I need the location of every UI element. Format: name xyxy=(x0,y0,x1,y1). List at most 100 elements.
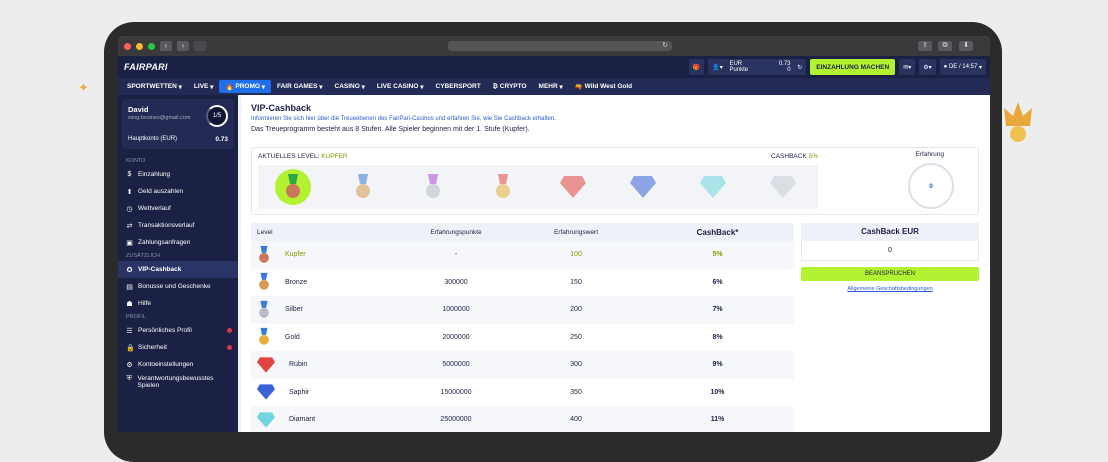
vip-icon: ✪ xyxy=(126,266,133,274)
copper-medal-icon xyxy=(286,174,300,198)
revolver-icon: 🔫 xyxy=(574,83,583,91)
table-row: Diamant 25000000 400 11% xyxy=(251,406,794,432)
header-level: Level xyxy=(257,228,273,236)
menu-sportwetten[interactable]: SPORTWETTEN ▾ xyxy=(121,80,188,93)
sidebar-item-vip-cashback[interactable]: ✪ VIP-Cashback xyxy=(118,261,238,278)
menu-live[interactable]: LIVE ▾ xyxy=(188,80,220,93)
table-row: Rubin 5000000 300 9% xyxy=(251,351,794,379)
clock-icon: ◷ xyxy=(126,205,133,213)
sidebar-item-zahlungsanfragen[interactable]: ▣ Zahlungsanfragen xyxy=(118,234,238,251)
sidebar-item-einzahlung[interactable]: $ Einzahlung xyxy=(118,166,238,183)
gift-button[interactable]: 🎁 xyxy=(688,59,705,75)
table-row: Silber 1000000 200 7% xyxy=(251,296,794,324)
balance-widget[interactable]: 👤▾ EUR Punkte 0.73 0 ↻ xyxy=(708,59,807,75)
menu-crypto[interactable]: ₿ CRYPTO xyxy=(487,80,533,93)
downloads-icon[interactable]: ⬇ xyxy=(959,41,973,51)
points-value: 0 xyxy=(787,67,791,73)
menu-casino[interactable]: CASINO ▾ xyxy=(329,80,371,93)
level-name: Bronze xyxy=(285,278,308,286)
share-icon[interactable]: ⇧ xyxy=(918,41,932,51)
cell-cashback: 9% xyxy=(712,361,723,369)
level-rubin-slot xyxy=(555,169,591,205)
level-bronze-slot xyxy=(345,169,381,205)
flag-de-icon: ● xyxy=(943,64,948,70)
header-cashback: CashBack* xyxy=(696,227,739,237)
level-kupfer-slot xyxy=(275,169,311,205)
gift-icon: 🎁 xyxy=(692,64,701,71)
back-icon[interactable]: ‹ xyxy=(160,41,172,51)
menu-cybersport[interactable]: CYBERSPORT xyxy=(430,80,487,93)
menu-mehr[interactable]: MEHR ▾ xyxy=(533,80,569,93)
cell-cashback: 11% xyxy=(710,416,725,424)
points-label: Punkte xyxy=(729,67,749,73)
cell-value: 400 xyxy=(570,416,582,424)
fire-icon: 🔥 xyxy=(225,83,234,91)
sidebar-item-kontoeinstellungen[interactable]: ⚙ Kontoeinstellungen xyxy=(118,356,238,373)
alert-dot xyxy=(227,328,232,333)
sidebar-item-transaktionsverlauf[interactable]: ⇄ Transaktionsverlauf xyxy=(118,217,238,234)
menu-fair-games[interactable]: FAIR GAMES ▾ xyxy=(271,80,329,93)
level-name: Silber xyxy=(285,306,303,314)
main-account-balance: Hauptkonto (EUR) 0.73 xyxy=(128,136,228,143)
account-sidebar: David wing.bosines@gmail.com 1/5 Hauptko… xyxy=(118,95,238,432)
site-logo[interactable]: FAIRPARI xyxy=(124,62,168,72)
menu-promo[interactable]: 🔥 PROMO ▾ xyxy=(219,80,271,93)
messages-button[interactable]: ✉▾ xyxy=(899,59,916,75)
close-window-button[interactable] xyxy=(124,42,131,50)
level-name: Diamant xyxy=(289,416,316,424)
reload-icon[interactable]: ↻ xyxy=(662,41,668,51)
claim-button[interactable]: BEANSPRUCHEN xyxy=(801,267,979,281)
cell-points: - xyxy=(454,251,458,259)
gear-icon: ⚙ xyxy=(126,361,133,369)
language-selector[interactable]: ● DE / 14:57 ▾ xyxy=(939,59,986,75)
sidebar-item-bonusse[interactable]: ▤ Bonusse und Geschenke xyxy=(118,278,238,295)
crown-decoration-icon xyxy=(1004,102,1032,142)
sidebar-item-geld-auszahlen[interactable]: ⬆ Geld auszahlen xyxy=(118,183,238,200)
page-title: VIP-Cashback xyxy=(251,103,312,113)
section-profil: PROFIL xyxy=(126,314,146,320)
refresh-icon[interactable]: ↻ xyxy=(797,64,802,71)
header-erfahrungspunkte: Erfahrungspunkte xyxy=(430,228,482,236)
sparkle-icon: ✦ xyxy=(78,80,89,95)
table-header: Level Erfahrungspunkte Erfahrungswert Ca… xyxy=(251,223,794,241)
gold-medal-icon xyxy=(496,174,510,198)
sidebar-item-sicherheit[interactable]: 🔒 Sicherheit xyxy=(118,339,238,356)
menu-live-casino[interactable]: LIVE CASINO ▾ xyxy=(371,80,430,93)
cell-level: Bronze xyxy=(251,272,401,292)
sidebar-item-wettverlauf[interactable]: ◷ Wettverlauf xyxy=(118,200,238,217)
sidebar-item-verantwortungsbewusstes-spielen[interactable]: ⛨ Verantwortungsbewusstes Spielen xyxy=(118,373,238,395)
sapphire-gem-icon xyxy=(257,384,275,400)
cell-value: 250 xyxy=(570,333,582,341)
user-card: David wing.bosines@gmail.com 1/5 Hauptko… xyxy=(122,99,234,149)
site-header: FAIRPARI 🎁 👤▾ EUR Punkte 0.73 0 ↻ EINZAH… xyxy=(118,56,990,78)
forward-icon[interactable]: › xyxy=(177,41,189,51)
menu-wild-west-gold[interactable]: 🔫 Wild West Gold xyxy=(569,80,638,93)
tabs-icon[interactable]: ⧉ xyxy=(938,41,952,51)
settings-button[interactable]: ⚙▾ xyxy=(919,59,936,75)
current-cashback-label: CASHBACK 5% xyxy=(771,153,818,160)
current-level-label: AKTUELLES LEVEL: KUPFER xyxy=(258,153,348,160)
table-row: Bronze 300000 150 6% xyxy=(251,269,794,297)
sidebar-toggle-icon[interactable] xyxy=(194,41,206,51)
gear-icon: ⚙▾ xyxy=(923,64,932,71)
vip-cashback-page: VIP-Cashback Informieren Sie sich hier ü… xyxy=(241,95,990,432)
sidebar-item-hilfe[interactable]: ☗ Hilfe xyxy=(118,295,238,312)
cell-points: 1000000 xyxy=(442,306,470,314)
terms-link[interactable]: Allgemeine Geschäftsbedingungen xyxy=(801,286,979,292)
sidebar-item-persoenliches-profil[interactable]: ☰ Persönliches Profil xyxy=(118,322,238,339)
cell-value: 100 xyxy=(570,251,582,259)
minimize-window-button[interactable] xyxy=(136,42,143,50)
deposit-button[interactable]: EINZAHLUNG MACHEN xyxy=(810,59,896,75)
address-bar[interactable]: ↻ xyxy=(448,41,672,51)
help-icon: ☗ xyxy=(126,300,133,308)
levels-table: Level Erfahrungspunkte Erfahrungswert Ca… xyxy=(251,223,794,432)
cell-cashback: 5% xyxy=(712,251,723,259)
maximize-window-button[interactable] xyxy=(148,42,155,50)
cashback-panel-title: CashBack EUR xyxy=(801,223,979,241)
cell-value: 350 xyxy=(570,388,582,396)
lock-icon: 🔒 xyxy=(126,344,135,352)
experience-ring: 0 xyxy=(908,163,954,209)
experience-label: Erfahrung xyxy=(915,151,944,158)
level-progress-ring: 1/5 xyxy=(206,105,228,127)
cell-level: Diamant xyxy=(251,412,401,428)
